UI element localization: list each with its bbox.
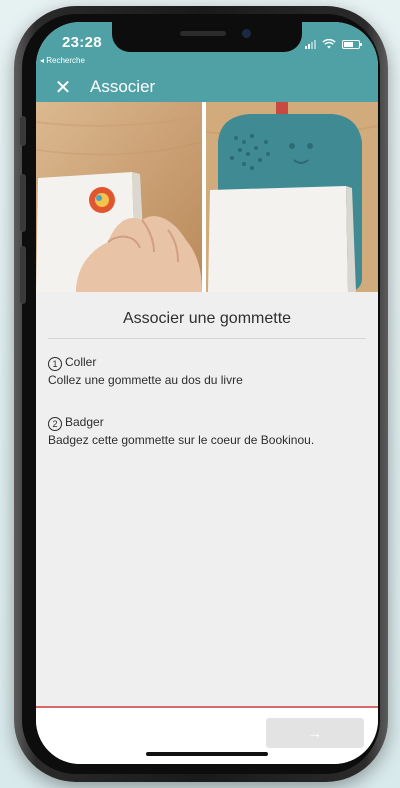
volume-up-button bbox=[20, 174, 26, 232]
photo-sticker-on-book bbox=[36, 102, 202, 292]
app-header: 23:28 ◂ Recherche ✕ Associer bbox=[36, 22, 378, 102]
steps-list: 1 Coller Collez une gommette au dos du li… bbox=[36, 339, 378, 449]
mute-switch bbox=[20, 116, 26, 146]
arrow-right-icon: → bbox=[308, 725, 322, 741]
step-title-text: Coller bbox=[65, 355, 97, 369]
next-button[interactable]: → bbox=[266, 718, 364, 748]
front-camera bbox=[242, 29, 251, 38]
sticker-on-book-illustration bbox=[36, 102, 202, 292]
section-title: Associer une gommette bbox=[122, 310, 292, 327]
step-description: Badgez cette gommette sur le coeur de Bo… bbox=[48, 433, 315, 447]
volume-down-button bbox=[20, 246, 26, 304]
close-icon: ✕ bbox=[54, 76, 72, 99]
speaker-grille bbox=[180, 31, 226, 36]
footer-bar: → bbox=[36, 708, 378, 764]
stage: 23:28 ◂ Recherche ✕ Associer Associer un… bbox=[0, 0, 400, 788]
close-button[interactable]: ✕ bbox=[48, 74, 78, 100]
bookinou-device-illustration bbox=[206, 102, 378, 292]
back-to-app-link[interactable]: ◂ Recherche bbox=[40, 56, 85, 65]
step-title: 2 Badger bbox=[48, 413, 366, 431]
step-title-text: Badger bbox=[65, 415, 104, 429]
status-time: 23:28 bbox=[62, 34, 102, 51]
home-indicator[interactable] bbox=[146, 752, 268, 756]
wifi-icon bbox=[322, 39, 336, 49]
step-item: 2 Badger Badgez cette gommette sur le coe… bbox=[48, 413, 366, 449]
phone-screen: 23:28 ◂ Recherche ✕ Associer Associer un… bbox=[36, 22, 378, 764]
photo-device-badge bbox=[206, 102, 378, 292]
battery-level bbox=[344, 42, 353, 47]
page-title: Associer bbox=[90, 77, 156, 96]
step-number-badge: 1 bbox=[48, 357, 62, 371]
nav-bar: ✕ Associer bbox=[36, 72, 378, 102]
content-area: Associer une gommette 1 Coller Collez une… bbox=[36, 292, 378, 706]
battery-icon bbox=[342, 40, 362, 49]
step-number-badge: 2 bbox=[48, 417, 62, 431]
status-icons bbox=[305, 37, 362, 49]
step-description: Collez une gommette au dos du livre bbox=[48, 373, 243, 387]
instruction-photos bbox=[36, 102, 378, 292]
step-title: 1 Coller bbox=[48, 353, 366, 371]
step-item: 1 Coller Collez une gommette au dos du li… bbox=[48, 353, 366, 389]
notch bbox=[112, 22, 302, 52]
signal-icon bbox=[305, 39, 316, 49]
